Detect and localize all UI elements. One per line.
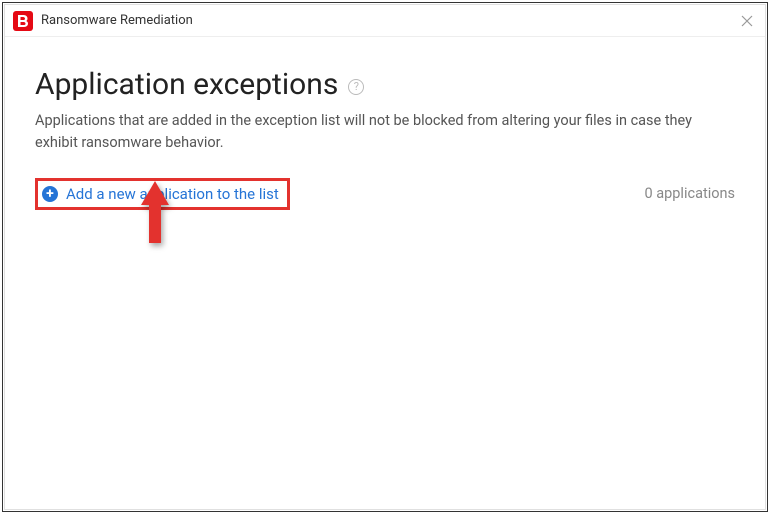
close-icon [741, 15, 753, 27]
highlight-annotation: + Add a new application to the list [35, 178, 290, 210]
plus-icon: + [42, 186, 58, 202]
app-logo-icon [13, 11, 33, 31]
titlebar: Ransomware Remediation [5, 5, 765, 37]
titlebar-title: Ransomware Remediation [41, 13, 193, 28]
action-row: + Add a new application to the list 0 ap… [35, 178, 735, 210]
add-application-label: Add a new application to the list [66, 185, 279, 203]
add-application-link[interactable]: + Add a new application to the list [42, 185, 279, 203]
page-description: Applications that are added in the excep… [35, 110, 735, 154]
close-button[interactable] [735, 9, 759, 33]
app-window: Ransomware Remediation Application excep… [4, 4, 766, 510]
application-count: 0 applications [645, 185, 735, 202]
page-title-row: Application exceptions ? [35, 67, 735, 102]
main-content: Application exceptions ? Applications th… [5, 37, 765, 210]
help-icon[interactable]: ? [348, 79, 364, 95]
page-title: Application exceptions [35, 67, 338, 102]
bitdefender-b-icon [17, 14, 29, 28]
